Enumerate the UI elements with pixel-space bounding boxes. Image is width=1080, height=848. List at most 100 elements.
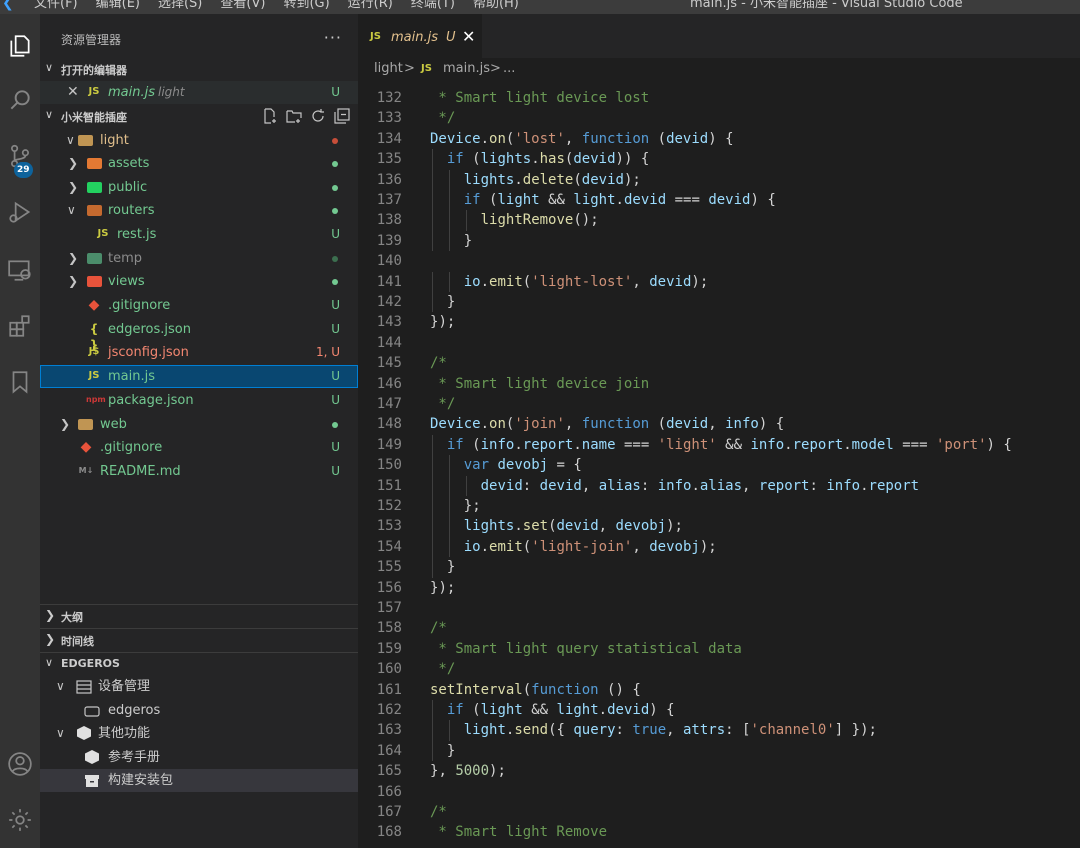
code-line[interactable]: }: [430, 557, 455, 577]
more-actions-icon[interactable]: ···: [324, 28, 342, 47]
breadcrumb-folder[interactable]: light: [374, 61, 403, 76]
tree-file-main-js[interactable]: JS main.js U: [40, 365, 358, 388]
menu-bar: 文件(F) 编辑(E) 选择(S) 查看(V) 转到(G) 运行(R) 终端(T…: [34, 0, 537, 12]
tree-file-jsconfig-json[interactable]: J$ jsconfig.json 1, U: [40, 341, 358, 364]
edgeros-item-reference[interactable]: 参考手册: [40, 746, 358, 769]
extensions-icon[interactable]: [0, 302, 40, 350]
menu-selection[interactable]: 选择(S): [158, 0, 202, 12]
code-line[interactable]: devid: devid, alias: info.alias, report:…: [430, 476, 919, 496]
code-line[interactable]: /*: [430, 802, 447, 822]
source-control-icon[interactable]: 29: [0, 132, 40, 180]
code-line[interactable]: });: [430, 312, 455, 332]
menu-view[interactable]: 查看(V): [220, 0, 265, 12]
line-number: 155: [376, 559, 402, 576]
edgeros-item-other[interactable]: ∨ 其他功能: [40, 722, 358, 745]
menu-go[interactable]: 转到(G): [283, 0, 329, 12]
code-line[interactable]: setInterval(function () {: [430, 680, 641, 700]
code-line[interactable]: Device.on('join', function (devid, info)…: [430, 414, 784, 434]
chevron-right-icon: ❯: [68, 251, 79, 265]
code-line[interactable]: * Smart light device join: [430, 374, 649, 394]
edgeros-item-device-manager[interactable]: ∨ 设备管理: [40, 675, 358, 698]
code-line[interactable]: if (light && light.devid) {: [430, 700, 675, 720]
tree-item-label: main.js: [108, 369, 155, 384]
collapse-all-icon[interactable]: [334, 108, 350, 124]
search-icon[interactable]: [0, 76, 40, 124]
tree-file-gitignore[interactable]: ◆ .gitignore U: [40, 294, 358, 317]
code-line[interactable]: light.send({ query: true, attrs: ['chann…: [430, 720, 877, 740]
open-editors-section[interactable]: ∨ 打开的编辑器: [40, 58, 358, 80]
account-icon[interactable]: [0, 740, 40, 788]
activity-bar: 29: [0, 14, 40, 848]
timeline-section[interactable]: ❯ 时间线: [40, 628, 358, 650]
code-line[interactable]: if (light && light.devid === devid) {: [430, 190, 776, 210]
js-file-icon: JS: [88, 370, 100, 381]
tree-folder-assets[interactable]: ❯ assets: [40, 152, 358, 175]
code-line[interactable]: }: [430, 292, 455, 312]
run-debug-icon[interactable]: [0, 188, 40, 236]
source-control-badge: 29: [14, 162, 33, 178]
close-icon[interactable]: ✕: [67, 84, 81, 100]
menu-terminal[interactable]: 终端(T): [411, 0, 455, 12]
code-line[interactable]: lightRemove();: [430, 210, 599, 230]
tree-folder-web[interactable]: ❯ web: [40, 413, 358, 436]
code-line[interactable]: io.emit('light-lost', devid);: [430, 272, 709, 292]
line-number: 149: [376, 436, 402, 453]
menu-help[interactable]: 帮助(H): [473, 0, 519, 12]
tree-file-readme[interactable]: M↓ README.md U: [40, 460, 358, 483]
edgeros-section[interactable]: ∨ EDGEROS: [40, 652, 358, 674]
code-line[interactable]: if (lights.has(devid)) {: [430, 149, 649, 169]
menu-file[interactable]: 文件(F): [34, 0, 78, 12]
outline-section[interactable]: ❯ 大纲: [40, 604, 358, 626]
tree-folder-light[interactable]: ∨ light: [40, 129, 358, 152]
menu-edit[interactable]: 编辑(E): [96, 0, 140, 12]
tree-file-edgeros-json[interactable]: { } edgeros.json U: [40, 318, 358, 352]
code-line[interactable]: lights.set(devid, devobj);: [430, 516, 683, 536]
edgeros-item-build-package[interactable]: 构建安装包: [40, 769, 358, 792]
code-line[interactable]: lights.delete(devid);: [430, 170, 641, 190]
open-editor-item[interactable]: ✕ JS main.js light U: [40, 81, 358, 104]
remote-explorer-icon[interactable]: [0, 246, 40, 294]
code-line[interactable]: var devobj = {: [430, 455, 582, 475]
new-file-icon[interactable]: [262, 108, 278, 124]
code-line[interactable]: /*: [430, 618, 447, 638]
tree-folder-views[interactable]: ❯ views: [40, 270, 358, 293]
breadcrumb-file[interactable]: main.js: [443, 61, 490, 76]
workspace-section[interactable]: ∨ 小米智能插座: [40, 105, 358, 127]
code-editor[interactable]: 132 * Smart light device lost 133 */ 134 De…: [358, 80, 1080, 848]
bookmarks-icon[interactable]: [0, 358, 40, 406]
tab-main-js[interactable]: JS main.js U ✕: [358, 14, 482, 58]
code-line[interactable]: }: [430, 231, 472, 251]
tree-file-rest-js[interactable]: JS rest.js U: [40, 223, 358, 246]
code-line[interactable]: */: [430, 394, 455, 414]
tree-file-root-gitignore[interactable]: ◆ .gitignore U: [40, 436, 358, 459]
code-line[interactable]: */: [430, 659, 455, 679]
chevron-down-icon: ∨: [45, 108, 54, 121]
settings-gear-icon[interactable]: [0, 796, 40, 844]
code-line[interactable]: }: [430, 741, 455, 761]
new-folder-icon[interactable]: [286, 108, 302, 124]
status-dot: [332, 422, 338, 428]
code-line[interactable]: if (info.report.name === 'light' && info…: [430, 435, 1012, 455]
code-line[interactable]: });: [430, 578, 455, 598]
code-line[interactable]: io.emit('light-join', devobj);: [430, 537, 717, 557]
code-line[interactable]: * Smart light query statistical data: [430, 639, 741, 659]
code-line[interactable]: * Smart light device lost: [430, 88, 649, 108]
tree-folder-routers[interactable]: ∨ routers: [40, 199, 358, 222]
indent-guide: [432, 557, 433, 578]
code-line[interactable]: };: [430, 496, 481, 516]
code-line[interactable]: Device.on('lost', function (devid) {: [430, 129, 734, 149]
code-line[interactable]: /*: [430, 353, 447, 373]
tree-folder-temp[interactable]: ❯ temp: [40, 247, 358, 270]
tree-folder-public[interactable]: ❯ public: [40, 176, 358, 199]
tree-file-package-json[interactable]: npm package.json U: [40, 389, 358, 412]
code-line[interactable]: }, 5000);: [430, 761, 506, 781]
breadcrumb-symbol[interactable]: ...: [503, 61, 515, 76]
code-line[interactable]: * Smart light Remove: [430, 822, 607, 842]
edgeros-item-edgeros[interactable]: edgeros: [40, 699, 358, 722]
code-line[interactable]: */: [430, 108, 455, 128]
refresh-icon[interactable]: [310, 108, 326, 124]
menu-run[interactable]: 运行(R): [348, 0, 393, 12]
explorer-icon[interactable]: [0, 22, 40, 70]
close-icon[interactable]: ✕: [462, 27, 475, 46]
breadcrumb: light > JS main.js > ...: [358, 58, 1080, 80]
